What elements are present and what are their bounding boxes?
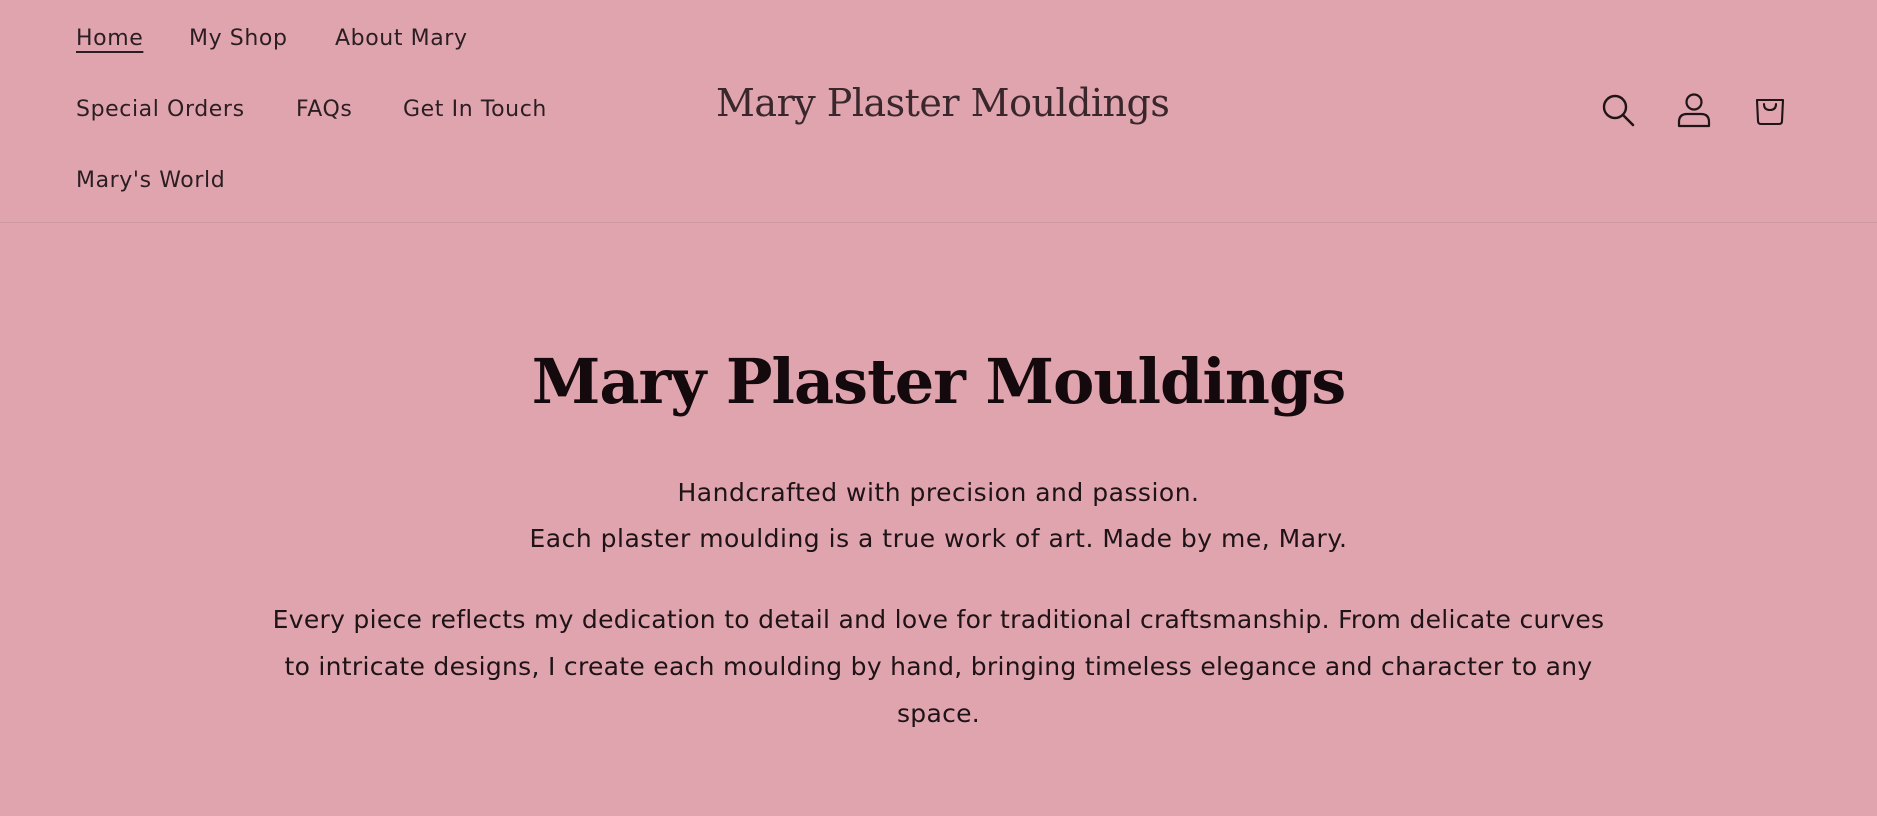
nav-item-special-orders[interactable]: Special Orders — [76, 99, 245, 121]
search-icon — [1602, 94, 1635, 127]
hero-subtagline: Each plaster moulding is a true work of … — [529, 524, 1348, 553]
hero-tagline: Handcrafted with precision and passion. — [677, 478, 1200, 507]
site-header: Home My Shop About Mary Special Orders F… — [0, 0, 1877, 223]
cart-button[interactable] — [1748, 88, 1792, 132]
account-icon — [1677, 93, 1711, 128]
nav-item-home[interactable]: Home — [76, 28, 143, 50]
hero-title: Mary Plaster Mouldings — [531, 345, 1347, 418]
search-button[interactable] — [1596, 88, 1640, 132]
cart-icon — [1755, 98, 1785, 126]
hero-description: Every piece reflects my dedication to de… — [272, 605, 1605, 728]
nav-item-marys-world[interactable]: Mary's World — [76, 170, 225, 192]
nav-item-about-mary[interactable]: About Mary — [335, 28, 468, 50]
nav-item-my-shop[interactable]: My Shop — [189, 28, 288, 50]
brand-logo-text[interactable]: Mary Plaster Mouldings — [716, 84, 1170, 122]
account-button[interactable] — [1672, 88, 1716, 132]
nav-item-faqs[interactable]: FAQs — [296, 99, 352, 121]
nav-item-get-in-touch[interactable]: Get In Touch — [403, 99, 547, 121]
